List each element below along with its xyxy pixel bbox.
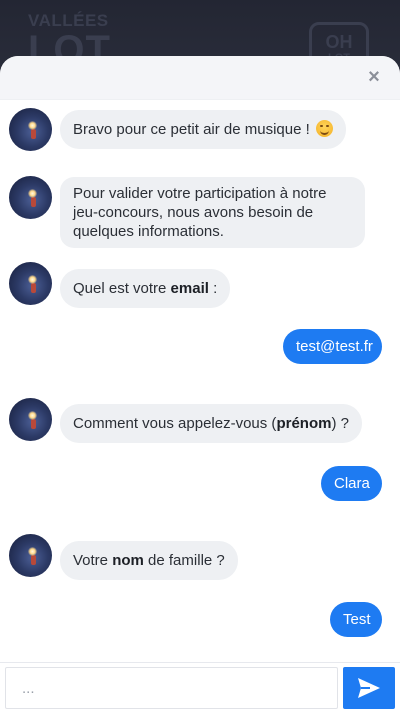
close-icon[interactable]: × — [364, 67, 384, 87]
user-message: Test — [330, 602, 382, 637]
chat-panel: × Bravo pour ce petit air de musique ! P… — [0, 56, 400, 712]
message-composer — [0, 662, 400, 712]
send-button[interactable] — [343, 667, 395, 709]
bot-message: Quel est votre email : — [60, 269, 231, 308]
bot-avatar — [9, 176, 52, 219]
bot-message: Comment vous appelez-vous (prénom) ? — [60, 404, 362, 443]
bot-avatar — [9, 108, 52, 151]
send-icon — [358, 678, 380, 698]
chat-header: × — [0, 56, 400, 100]
bot-message: Bravo pour ce petit air de musique ! — [60, 110, 346, 149]
bot-avatar — [9, 534, 52, 577]
bot-avatar — [9, 262, 52, 305]
user-message: test@test.fr — [283, 329, 382, 364]
smile-emoji-icon — [315, 120, 333, 137]
bot-message: Votre nom de famille ? — [60, 541, 238, 580]
message-input[interactable] — [5, 667, 338, 709]
user-message: Clara — [321, 466, 382, 501]
bot-message: Pour valider votre participation à notre… — [60, 177, 365, 248]
bot-avatar — [9, 398, 52, 441]
